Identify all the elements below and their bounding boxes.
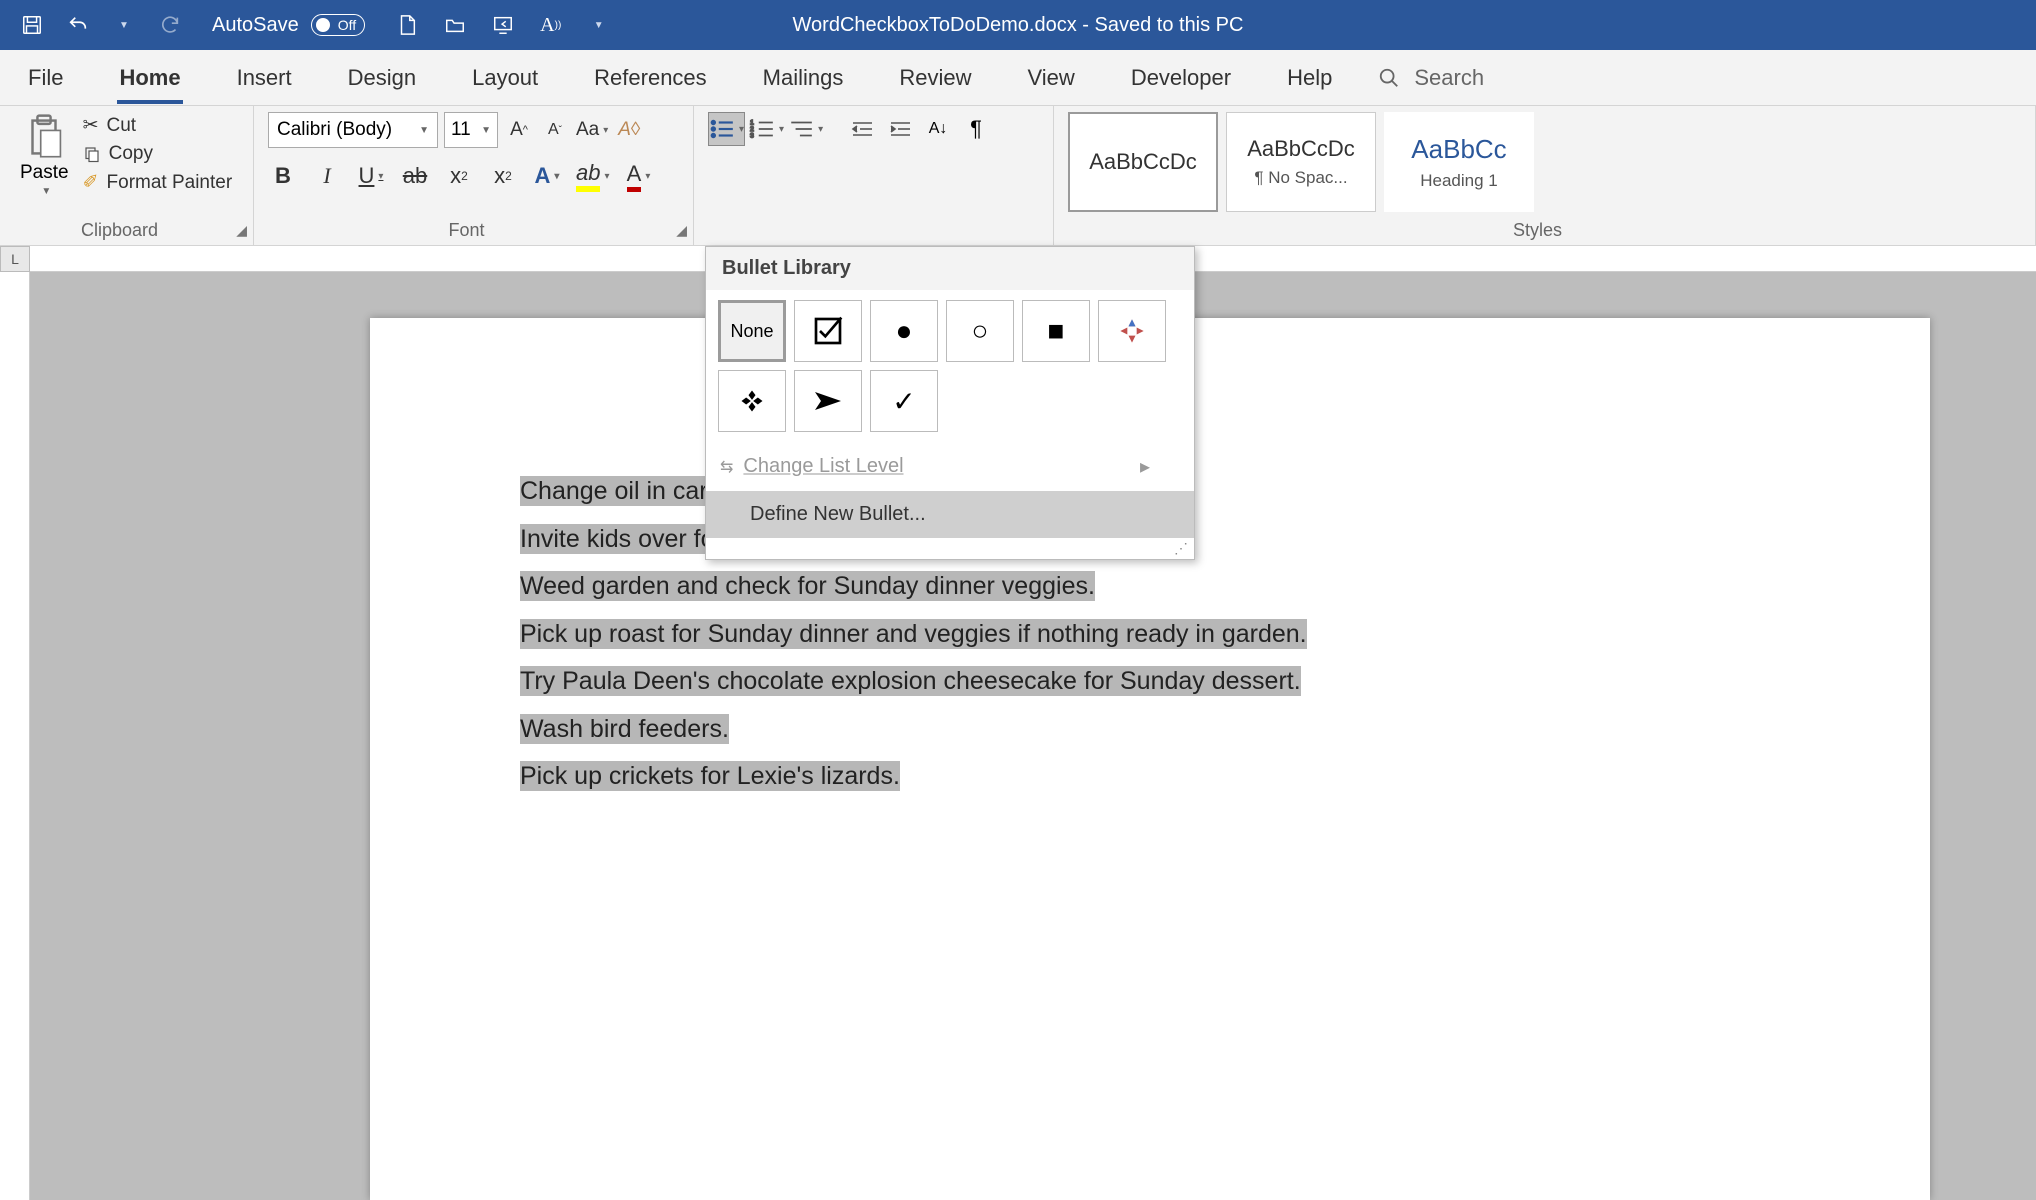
paintbrush-icon: ✐ — [83, 171, 99, 194]
bullet-checkbox[interactable] — [794, 300, 862, 362]
dialog-launcher-icon[interactable]: ◢ — [676, 222, 687, 239]
doc-line[interactable]: Change oil in car. — [520, 476, 713, 506]
present-icon[interactable] — [491, 13, 515, 37]
popup-header: Bullet Library — [706, 247, 1194, 290]
bullet-check[interactable]: ✓ — [870, 370, 938, 432]
redo-icon[interactable] — [158, 13, 182, 37]
highlight-button[interactable]: ab▾ — [576, 158, 610, 194]
title-bar: ▼ AutoSave Off A)) ▼ WordCheckboxToDoDem… — [0, 0, 2036, 50]
font-size-select[interactable]: 11▼ — [444, 112, 498, 148]
ruler-corner: L — [0, 246, 30, 272]
style-normal[interactable]: AaBbCcDc — [1068, 112, 1218, 212]
multilevel-button[interactable]: ▾ — [788, 112, 823, 146]
decrease-indent-button[interactable] — [845, 112, 879, 146]
bullet-circle[interactable]: ○ — [946, 300, 1014, 362]
chevron-right-icon: ▸ — [1140, 454, 1150, 479]
group-label: Styles — [1054, 220, 2021, 241]
font-color-button[interactable]: A▾ — [624, 158, 654, 194]
scissors-icon: ✂ — [83, 114, 99, 137]
search-icon — [1378, 67, 1400, 89]
bullet-diamond4[interactable] — [718, 370, 786, 432]
group-label: Font — [254, 220, 679, 241]
undo-dropdown-icon[interactable]: ▼ — [112, 13, 136, 37]
tab-developer[interactable]: Developer — [1121, 50, 1241, 106]
tab-view[interactable]: View — [1018, 50, 1085, 106]
bullet-disc[interactable]: ● — [870, 300, 938, 362]
undo-icon[interactable] — [66, 13, 90, 37]
italic-button[interactable]: I — [312, 158, 342, 194]
tab-review[interactable]: Review — [889, 50, 981, 106]
bullet-4arrow[interactable] — [1098, 300, 1166, 362]
qat-customize-icon[interactable]: ▼ — [587, 13, 611, 37]
bullet-arrow[interactable] — [794, 370, 862, 432]
search-box[interactable]: Search — [1378, 65, 1484, 91]
tab-mailings[interactable]: Mailings — [753, 50, 854, 106]
dialog-launcher-icon[interactable]: ◢ — [236, 222, 247, 239]
doc-line[interactable]: Pick up crickets for Lexie's lizards. — [520, 761, 900, 791]
style-no-spacing[interactable]: AaBbCcDc ¶ No Spac... — [1226, 112, 1376, 212]
cut-button[interactable]: ✂Cut — [83, 114, 233, 137]
tab-help[interactable]: Help — [1277, 50, 1342, 106]
bullet-library-popup: Bullet Library None ● ○ ■ ✓ ⇆Change List… — [705, 246, 1195, 560]
underline-button[interactable]: U▾ — [356, 158, 386, 194]
grow-font-button[interactable]: A^ — [504, 112, 534, 148]
copy-icon — [83, 145, 101, 163]
tab-file[interactable]: File — [18, 50, 73, 106]
svg-text:3: 3 — [750, 133, 754, 140]
new-file-icon[interactable] — [395, 13, 419, 37]
tab-design[interactable]: Design — [338, 50, 426, 106]
resize-handle-icon[interactable]: ⋰ — [706, 538, 1194, 559]
bullet-square[interactable]: ■ — [1022, 300, 1090, 362]
autosave-label: AutoSave — [212, 14, 299, 37]
clear-format-button[interactable]: A◊ — [614, 112, 644, 148]
shrink-font-button[interactable]: Aˇ — [540, 112, 570, 148]
text-effects-button[interactable]: A▾ — [532, 158, 562, 194]
font-family-select[interactable]: Calibri (Body)▼ — [268, 112, 438, 148]
strike-button[interactable]: ab — [400, 158, 430, 194]
search-label: Search — [1414, 65, 1484, 91]
chevron-down-icon: ▼ — [481, 125, 491, 136]
save-icon[interactable] — [20, 13, 44, 37]
bold-button[interactable]: B — [268, 158, 298, 194]
define-new-bullet[interactable]: Define New Bullet... — [706, 491, 1194, 538]
change-case-button[interactable]: Aa▾ — [576, 112, 608, 148]
paste-button[interactable]: Paste ▼ — [14, 112, 75, 199]
style-heading1[interactable]: AaBbCc Heading 1 — [1384, 112, 1534, 212]
indent-icon: ⇆ — [720, 457, 733, 477]
tab-insert[interactable]: Insert — [227, 50, 302, 106]
show-marks-button[interactable]: ¶ — [959, 112, 993, 146]
doc-line[interactable]: Pick up roast for Sunday dinner and vegg… — [520, 619, 1307, 649]
doc-line[interactable]: Weed garden and check for Sunday dinner … — [520, 571, 1095, 601]
bullet-none[interactable]: None — [718, 300, 786, 362]
read-aloud-icon[interactable]: A)) — [539, 13, 563, 37]
document-title: WordCheckboxToDoDemo.docx - Saved to thi… — [793, 14, 1244, 37]
chevron-down-icon: ▼ — [419, 125, 429, 136]
open-file-icon[interactable] — [443, 13, 467, 37]
superscript-button[interactable]: x2 — [488, 158, 518, 194]
change-list-level: ⇆Change List Level ▸ — [706, 442, 1194, 491]
numbering-button[interactable]: 123▾ — [749, 112, 784, 146]
ribbon-tabs: File Home Insert Design Layout Reference… — [0, 50, 2036, 106]
increase-indent-button[interactable] — [883, 112, 917, 146]
ribbon: Paste ▼ ✂Cut Copy ✐Format Painter Clipbo… — [0, 106, 2036, 246]
format-painter-button[interactable]: ✐Format Painter — [83, 171, 233, 194]
subscript-button[interactable]: x2 — [444, 158, 474, 194]
chevron-down-icon: ▼ — [41, 186, 51, 197]
group-label: Clipboard — [0, 220, 239, 241]
bullets-button[interactable]: ▾ — [708, 112, 745, 146]
autosave-toggle[interactable]: AutoSave Off — [212, 14, 365, 37]
vertical-ruler[interactable] — [0, 272, 30, 1200]
sort-button[interactable]: A↓ — [921, 112, 955, 146]
tab-layout[interactable]: Layout — [462, 50, 548, 106]
tab-home[interactable]: Home — [109, 50, 190, 106]
tab-references[interactable]: References — [584, 50, 717, 106]
doc-line[interactable]: Wash bird feeders. — [520, 714, 729, 744]
doc-line[interactable]: Try Paula Deen's chocolate explosion che… — [520, 666, 1301, 696]
copy-button[interactable]: Copy — [83, 143, 233, 165]
